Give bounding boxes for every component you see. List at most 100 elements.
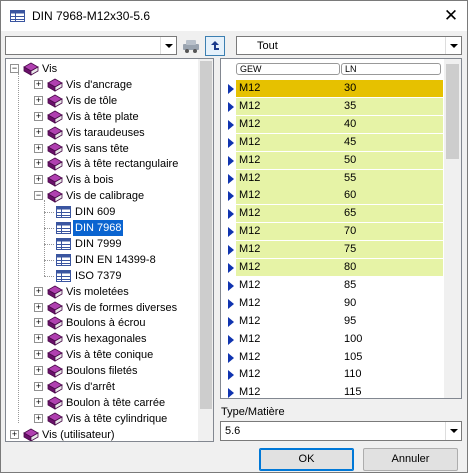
expand-icon[interactable]: +	[34, 127, 43, 137]
book-icon	[47, 173, 63, 187]
tree-item[interactable]: + Boulon à tête carrée	[6, 395, 196, 411]
expand-icon[interactable]: +	[34, 143, 43, 153]
tree-item-label: Vis à bois	[66, 174, 114, 187]
grid-scrollbar[interactable]	[444, 59, 461, 398]
expand-icon[interactable]: +	[34, 413, 43, 423]
expand-icon[interactable]: +	[34, 286, 43, 296]
column-header-ln[interactable]: LN	[341, 63, 441, 75]
tree-scrollbar[interactable]	[198, 59, 213, 441]
row-pointer-icon	[228, 101, 234, 112]
car-button[interactable]	[181, 36, 201, 56]
tree-item[interactable]: DIN 7968	[6, 219, 196, 237]
tree-item[interactable]: ISO 7379	[6, 268, 196, 284]
cell-gew: M12	[239, 350, 261, 363]
tree-item[interactable]: + Vis (utilisateur)	[6, 427, 196, 441]
table-row[interactable]: M12 115	[236, 384, 443, 398]
table-row[interactable]: M12 105	[236, 349, 443, 366]
table-row[interactable]: M12 40	[236, 115, 443, 133]
tree-item-label: Vis d'ancrage	[66, 78, 133, 91]
table-row[interactable]: M12 60	[236, 187, 443, 205]
tree-item[interactable]: + Vis de tôle	[6, 93, 196, 109]
table-row[interactable]: M12 65	[236, 205, 443, 223]
table-row[interactable]: M12 45	[236, 133, 443, 151]
car-icon	[183, 40, 199, 53]
tree-item-label: Vis à tête rectangulaire	[66, 158, 179, 171]
ok-button[interactable]: OK	[259, 448, 354, 471]
tree-item[interactable]: DIN 7999	[6, 236, 196, 252]
tree-item[interactable]: + Vis de formes diverses	[6, 300, 196, 316]
chevron-down-icon[interactable]	[160, 37, 176, 54]
collapse-icon[interactable]: −	[10, 64, 19, 73]
table-row[interactable]: M12 110	[236, 366, 443, 383]
tree-item[interactable]: + Vis hexagonales	[6, 331, 196, 347]
row-pointer-icon	[228, 263, 234, 273]
expand-icon[interactable]: +	[34, 302, 43, 312]
category-tree[interactable]: − Vis + Vis d'ancrage + Vis de tôle + Vis à têt…	[5, 58, 214, 442]
table-row[interactable]: M12 95	[236, 313, 443, 330]
chevron-down-icon[interactable]	[445, 37, 461, 54]
type-matiere-combo[interactable]: 5.6	[220, 421, 462, 441]
cell-ln: 85	[344, 278, 357, 291]
collapse-icon[interactable]: −	[34, 191, 43, 201]
close-button[interactable]: ✕	[441, 6, 461, 26]
grid-scrollbar-thumb[interactable]	[446, 64, 459, 159]
size-grid[interactable]: GEW LN M12 30 M12 35 M12 40 M12 45 M12 50 M12 55 M12…	[220, 58, 462, 399]
tree-item-label: Vis moletées	[66, 285, 129, 298]
expand-icon[interactable]: +	[34, 95, 43, 105]
tree-item[interactable]: + Boulons filetés	[6, 363, 196, 379]
tree-item[interactable]: + Vis sans tête	[6, 141, 196, 157]
table-row[interactable]: M12 35	[236, 97, 443, 115]
table-row[interactable]: M12 75	[236, 241, 443, 259]
tree-item[interactable]: + Boulons à écrou	[6, 315, 196, 331]
tree-item[interactable]: + Vis à tête cylindrique	[6, 411, 196, 427]
tree-item-label: Vis sans tête	[66, 142, 129, 155]
book-icon	[47, 396, 63, 410]
tree-item[interactable]: + Vis à bois	[6, 172, 196, 188]
expand-icon[interactable]: +	[34, 111, 43, 121]
table-row[interactable]: M12 55	[236, 169, 443, 187]
tree-item[interactable]: − Vis de calibrage	[6, 188, 196, 204]
expand-icon[interactable]: +	[34, 318, 43, 328]
tree-item[interactable]: + Vis à tête rectangulaire	[6, 156, 196, 172]
cell-ln: 110	[344, 368, 362, 381]
book-icon	[47, 364, 63, 378]
tree-item[interactable]: DIN 609	[6, 204, 196, 220]
tree-item[interactable]: + Vis à tête conique	[6, 347, 196, 363]
expand-icon[interactable]: +	[34, 79, 43, 89]
table-row[interactable]: M12 90	[236, 295, 443, 312]
filter-combo[interactable]	[5, 36, 177, 55]
book-icon	[23, 62, 39, 76]
table-row[interactable]: M12 30	[236, 80, 443, 97]
expand-icon[interactable]: +	[10, 429, 19, 439]
tree-item[interactable]: + Vis d'arrêt	[6, 379, 196, 395]
up-level-button[interactable]	[205, 36, 225, 56]
column-header-gew[interactable]: GEW	[236, 63, 340, 75]
scope-combo[interactable]: Tout	[236, 36, 462, 55]
cell-ln: 70	[344, 225, 357, 238]
tree-item[interactable]: + Vis à tête plate	[6, 109, 196, 125]
expand-icon[interactable]: +	[34, 397, 43, 407]
table-row[interactable]: M12 85	[236, 277, 443, 294]
table-icon	[56, 269, 71, 282]
expand-icon[interactable]: +	[34, 175, 43, 185]
row-pointer-icon	[228, 173, 234, 184]
table-row[interactable]: M12 80	[236, 259, 443, 276]
expand-icon[interactable]: +	[34, 366, 43, 376]
cancel-button[interactable]: Annuler	[363, 448, 458, 471]
tree-item[interactable]: + Vis d'ancrage	[6, 77, 196, 93]
tree-scrollbar-thumb[interactable]	[200, 61, 212, 409]
expand-icon[interactable]: +	[34, 159, 43, 169]
table-row[interactable]: M12 50	[236, 151, 443, 169]
tree-item[interactable]: + Vis taraudeuses	[6, 125, 196, 141]
cell-gew: M12	[239, 171, 261, 184]
tree-item[interactable]: − Vis	[6, 61, 196, 77]
expand-icon[interactable]: +	[34, 350, 43, 360]
table-row[interactable]: M12 100	[236, 331, 443, 348]
table-row[interactable]: M12 70	[236, 223, 443, 241]
expand-icon[interactable]: +	[34, 334, 43, 344]
tree-connector	[44, 212, 54, 214]
tree-item[interactable]: + Vis moletées	[6, 284, 196, 300]
tree-item[interactable]: DIN EN 14399-8	[6, 252, 196, 268]
chevron-down-icon[interactable]	[445, 422, 461, 440]
expand-icon[interactable]: +	[34, 382, 43, 391]
